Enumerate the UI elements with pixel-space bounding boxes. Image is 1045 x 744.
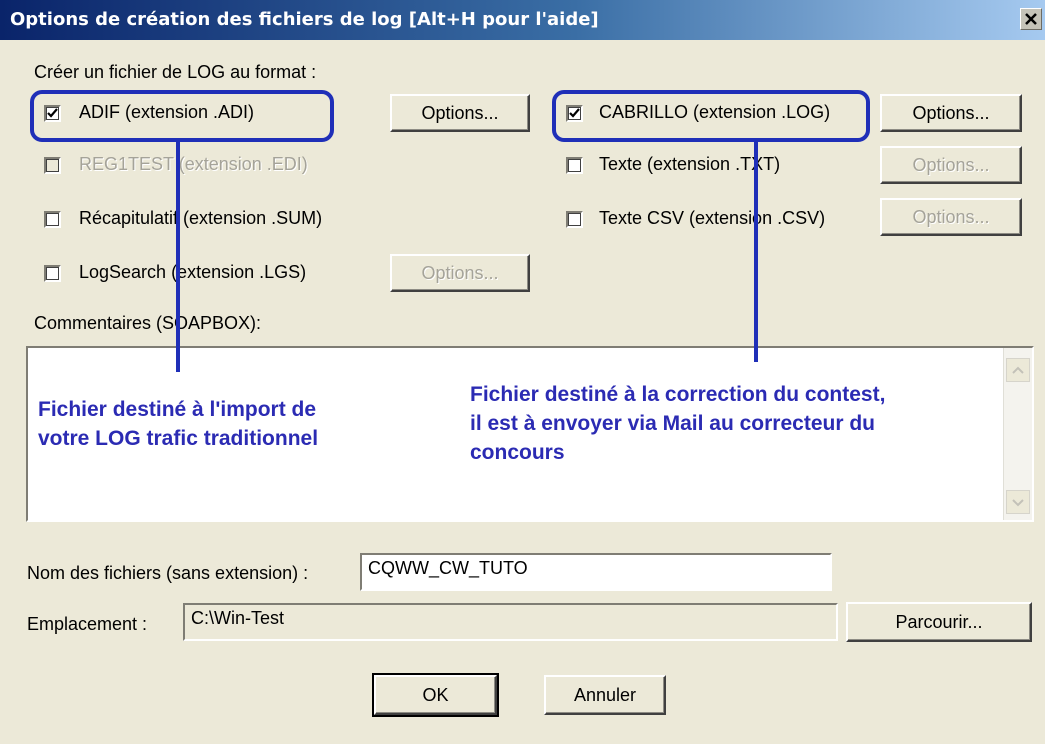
csv-checkbox[interactable] [566,211,583,228]
title-bar[interactable]: Options de création des fichiers de log … [0,0,1045,40]
format-group-label: Créer un fichier de LOG au format : [34,62,317,82]
chevron-up-icon [1012,366,1024,374]
close-icon [1025,13,1037,25]
adif-connector-line [176,140,180,372]
cabrillo-options-button[interactable]: Options... [880,94,1022,132]
csv-label: Texte CSV (extension .CSV) [599,208,826,228]
logsearch-checkbox[interactable] [44,265,61,282]
adif-annotation-line: votre LOG trafic traditionnel [38,427,319,450]
cabrillo-annotation-line: Fichier destiné à la correction du conte… [470,383,886,406]
comments-scrollbar[interactable] [1003,348,1032,520]
reg1test-label: REG1TEST (extension .EDI) [79,154,308,174]
adif-annotation-line: Fichier destiné à l'import de [38,398,317,421]
cabrillo-annotation-line: concours [470,441,565,464]
chevron-down-icon [1012,499,1024,507]
cabrillo-annotation-line: il est à envoyer via Mail au correcteur … [470,412,875,435]
browse-button[interactable]: Parcourir... [846,602,1032,642]
recap-label: Récapitulatif (extension .SUM) [79,208,323,228]
cabrillo-highlight-box [552,90,870,142]
ok-button[interactable]: OK [372,673,499,717]
texte-checkbox[interactable] [566,157,583,174]
comments-label: Commentaires (SOAPBOX): [34,313,262,333]
logsearch-options-button: Options... [390,254,530,292]
scroll-down-button[interactable] [1006,490,1030,514]
adif-options-button[interactable]: Options... [390,94,530,132]
location-field: C:\Win-Test [183,603,838,641]
recap-checkbox[interactable] [44,211,61,228]
filename-input[interactable]: CQWW_CW_TUTO [360,553,832,591]
close-button[interactable] [1020,8,1042,30]
cabrillo-connector-line [754,140,758,362]
reg1test-checkbox [44,157,61,174]
filename-label: Nom des fichiers (sans extension) : [27,563,309,583]
texte-options-button: Options... [880,146,1022,184]
csv-options-button: Options... [880,198,1022,236]
adif-highlight-box [30,90,334,142]
logsearch-label: LogSearch (extension .LGS) [79,262,307,282]
cancel-button[interactable]: Annuler [544,675,666,715]
scroll-up-button[interactable] [1006,358,1030,382]
cabrillo-annotation: Fichier destiné à la correction du conte… [470,380,885,467]
location-label: Emplacement : [27,614,148,634]
texte-label: Texte (extension .TXT) [599,154,781,174]
adif-annotation: Fichier destiné à l'import de votre LOG … [38,395,318,453]
window-title: Options de création des fichiers de log … [10,9,599,30]
